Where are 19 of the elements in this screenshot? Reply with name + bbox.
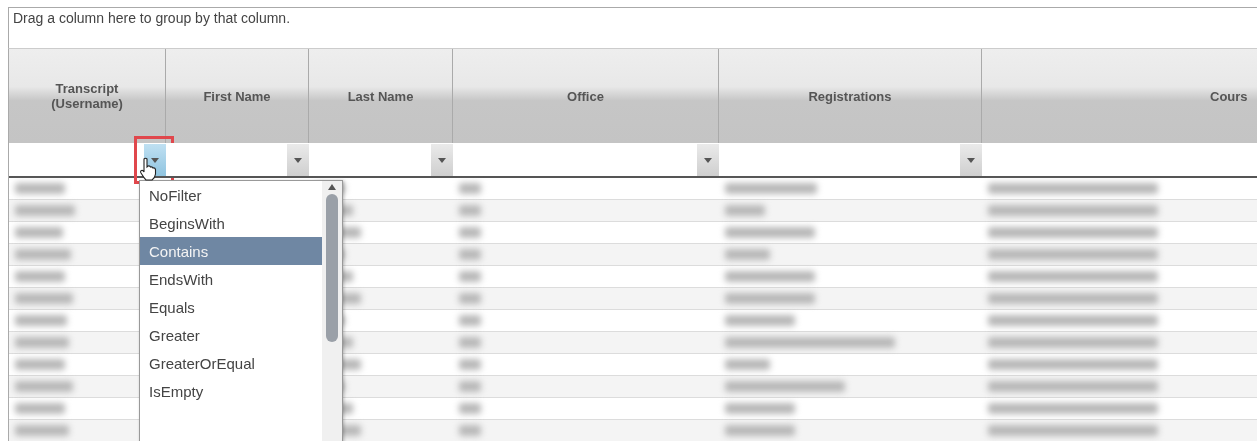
group-hint: Drag a column here to group by that column. bbox=[13, 10, 291, 26]
column-header[interactable]: Transcript (Username) bbox=[9, 49, 166, 143]
filter-dropdown-button[interactable] bbox=[960, 144, 982, 176]
filter-dropdown-button[interactable] bbox=[431, 144, 453, 176]
caret-icon bbox=[438, 157, 446, 163]
scroll-up-icon[interactable] bbox=[328, 184, 336, 190]
column-header[interactable]: Cours bbox=[982, 49, 1257, 143]
filter-dropdown-button[interactable] bbox=[287, 144, 309, 176]
caret-icon bbox=[704, 157, 712, 163]
column-header[interactable]: First Name bbox=[166, 49, 309, 143]
filter-dropdown-button[interactable] bbox=[697, 144, 719, 176]
caret-icon bbox=[294, 157, 302, 163]
column-header[interactable]: Registrations bbox=[719, 49, 982, 143]
scrollbar[interactable] bbox=[322, 181, 342, 441]
column-header[interactable]: Last Name bbox=[309, 49, 453, 143]
column-header[interactable]: Office bbox=[453, 49, 719, 143]
caret-icon bbox=[151, 157, 159, 163]
caret-icon bbox=[967, 157, 975, 163]
filter-option[interactable]: NoFilter bbox=[140, 181, 322, 209]
